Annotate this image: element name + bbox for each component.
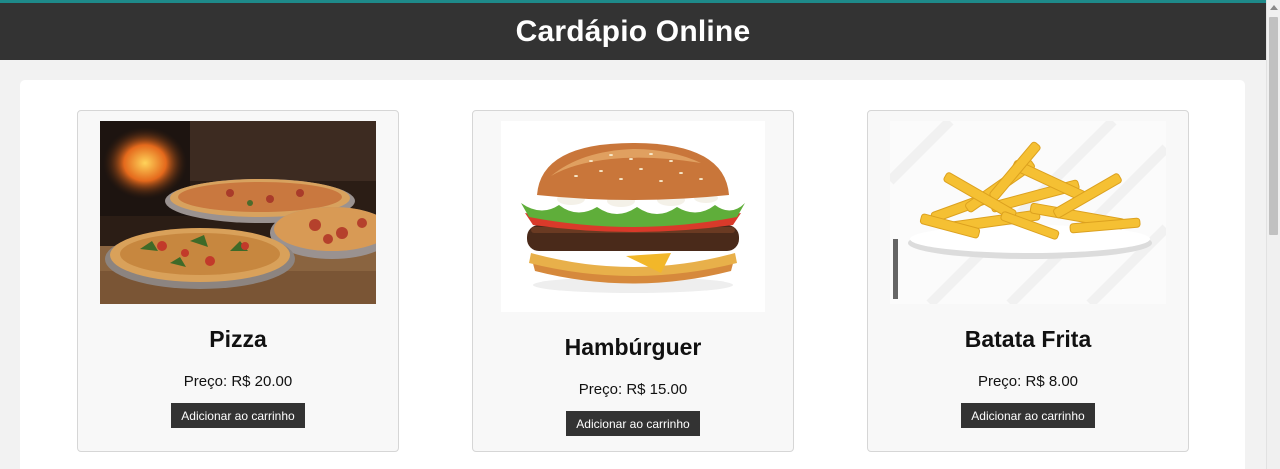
product-card-batata-frita: Batata Frita Preço: R$ 8.00 Adicionar ao… [867, 110, 1189, 452]
product-price: Preço: R$ 20.00 [184, 373, 292, 390]
price-label: Preço: [578, 381, 623, 398]
add-to-cart-button[interactable]: Adicionar ao carrinho [171, 403, 305, 428]
price-value: R$ 15.00 [626, 381, 688, 398]
product-price: Preço: R$ 15.00 [579, 381, 687, 398]
product-name: Batata Frita [964, 326, 1092, 352]
hamburger-image [501, 121, 765, 312]
add-to-cart-button[interactable]: Adicionar ao carrinho [961, 403, 1095, 428]
price-value: R$ 8.00 [1025, 373, 1079, 390]
product-name: Hambúrguer [564, 334, 702, 360]
vertical-scrollbar[interactable] [1266, 0, 1280, 469]
price-label: Preço: [977, 373, 1022, 390]
product-price: Preço: R$ 8.00 [978, 373, 1078, 390]
scroll-up-arrow-icon[interactable] [1270, 5, 1278, 10]
page-title: Cardápio Online [515, 14, 751, 48]
add-to-cart-button[interactable]: Adicionar ao carrinho [566, 411, 700, 436]
page-header: Cardápio Online [0, 3, 1266, 60]
price-label: Preço: [183, 373, 228, 390]
french-fries-image [890, 121, 1166, 304]
pizza-image [100, 121, 376, 304]
scrollbar-thumb[interactable] [1269, 17, 1278, 235]
menu-container: Pizza Preço: R$ 20.00 Adicionar ao carri… [20, 80, 1245, 469]
product-card-pizza: Pizza Preço: R$ 20.00 Adicionar ao carri… [77, 110, 399, 452]
price-value: R$ 20.00 [231, 373, 293, 390]
product-name: Pizza [209, 326, 267, 352]
product-card-hamburguer: Hambúrguer Preço: R$ 15.00 Adicionar ao … [472, 110, 794, 452]
